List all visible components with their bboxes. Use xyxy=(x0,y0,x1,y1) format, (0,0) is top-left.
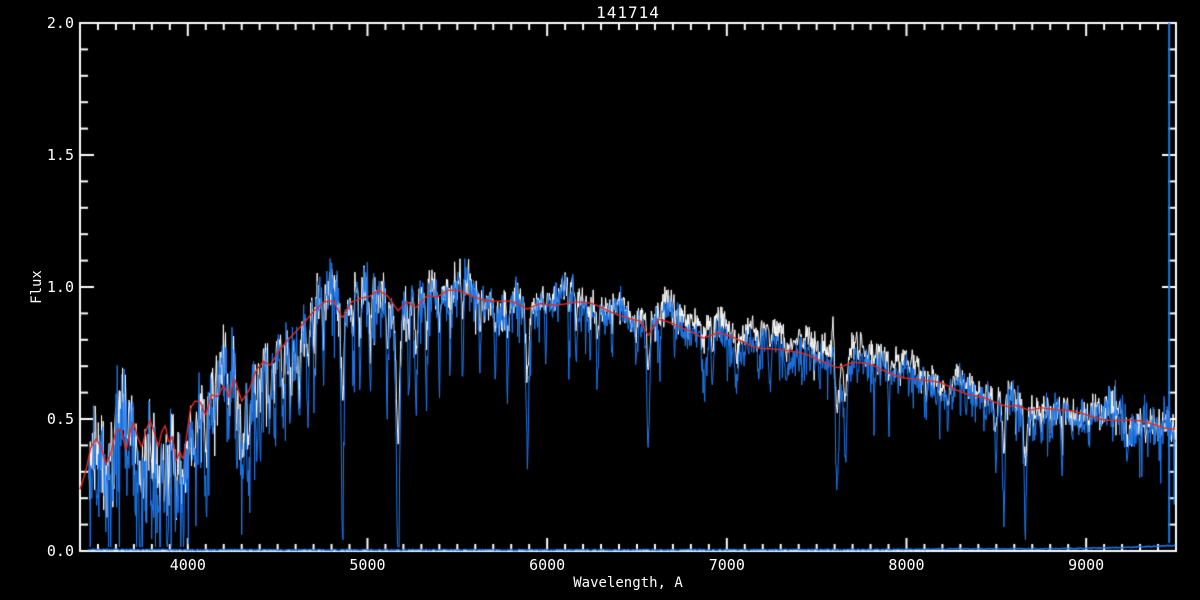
x-tick-label: 4000 xyxy=(169,556,206,574)
y-tick-label: 2.0 xyxy=(46,14,74,32)
x-tick-label: 8000 xyxy=(888,556,925,574)
y-axis-label: Flux xyxy=(29,270,45,304)
y-tick-label: 1.0 xyxy=(46,278,74,296)
x-axis-label: Wavelength, A xyxy=(573,575,683,591)
spectrum-plot-canvas xyxy=(0,0,1200,600)
spectrum-figure: 141714 Flux Wavelength, A 4000 5000 6000 70… xyxy=(0,0,1200,600)
x-tick-label: 7000 xyxy=(708,556,745,574)
x-tick-label: 5000 xyxy=(349,556,386,574)
x-tick-label: 9000 xyxy=(1068,556,1105,574)
y-tick-label: 0.5 xyxy=(46,410,74,428)
y-tick-label: 0.0 xyxy=(46,542,74,560)
y-tick-label: 1.5 xyxy=(46,146,74,164)
x-tick-label: 6000 xyxy=(529,556,566,574)
plot-title: 141714 xyxy=(596,3,660,22)
